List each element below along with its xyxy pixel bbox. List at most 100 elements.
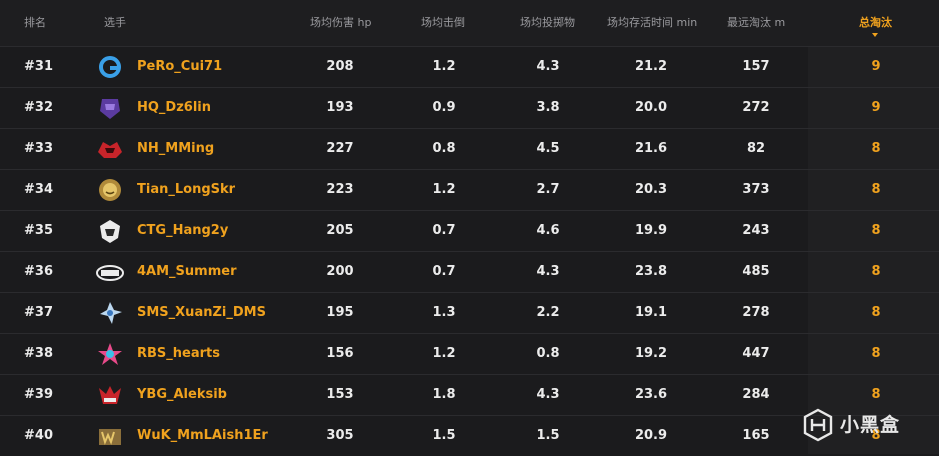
header-avg-kills[interactable]: 场均击倒 [421, 0, 465, 46]
avg-kills-cell: 1.8 [432, 387, 456, 402]
avg-survival-cell: 19.1 [634, 305, 668, 320]
total-kills-cell: 9 [871, 59, 881, 74]
avg-damage-cell: 223 [326, 182, 354, 197]
avg-kills-cell: 1.2 [432, 59, 456, 74]
avg-throws-cell: 2.7 [536, 182, 560, 197]
header-longest-kill[interactable]: 最远淘汰 m [727, 0, 785, 46]
ctg-team-logo [100, 220, 120, 243]
avg-damage-cell: 305 [326, 428, 354, 443]
pero-team-logo [99, 56, 121, 78]
avg-survival-cell: 19.9 [634, 223, 668, 238]
longest-kill-cell: 284 [742, 387, 770, 402]
longest-kill-cell: 447 [742, 346, 770, 361]
header-rank[interactable]: 排名 [24, 0, 46, 46]
xiaoheihe-logo-icon [803, 408, 833, 442]
header-player[interactable]: 选手 [104, 0, 126, 46]
table-row[interactable]: #32 HQ_Dz6lin 193 0.9 3.8 20.0 272 9 [0, 87, 939, 128]
total-kills-cell: 8 [871, 182, 881, 197]
table-row[interactable]: #33 NH_MMing 227 0.8 4.5 21.6 82 8 [0, 128, 939, 169]
player-name[interactable]: NH_MMing [137, 129, 214, 169]
wuk-team-logo [99, 429, 121, 445]
avg-kills-cell: 0.9 [432, 100, 456, 115]
player-name[interactable]: WuK_MmLAish1Er [137, 416, 268, 456]
table-row[interactable]: #36 4AM_Summer 200 0.7 4.3 23.8 485 8 [0, 251, 939, 292]
longest-kill-cell: 243 [742, 223, 770, 238]
rank-cell: #34 [24, 182, 53, 197]
avg-throws-cell: 1.5 [536, 428, 560, 443]
player-name[interactable]: 4AM_Summer [137, 252, 236, 292]
avg-kills-cell: 1.3 [432, 305, 456, 320]
table-header: 排名 选手 场均伤害 hp 场均击倒 场均投掷物 场均存活时间 min 最远淘汰… [0, 0, 939, 46]
avg-survival-cell: 21.2 [634, 59, 668, 74]
sort-desc-icon[interactable] [872, 33, 878, 37]
avg-damage-cell: 193 [326, 100, 354, 115]
avg-damage-cell: 200 [326, 264, 354, 279]
avg-damage-cell: 208 [326, 59, 354, 74]
tian-team-logo [99, 179, 121, 201]
avg-kills-cell: 0.8 [432, 141, 456, 156]
player-name[interactable]: YBG_Aleksib [137, 375, 227, 415]
rbs-team-logo [98, 343, 122, 365]
rank-cell: #39 [24, 387, 53, 402]
player-name[interactable]: CTG_Hang2y [137, 211, 228, 251]
avg-kills-cell: 1.2 [432, 182, 456, 197]
longest-kill-cell: 485 [742, 264, 770, 279]
avg-damage-cell: 205 [326, 223, 354, 238]
avg-throws-cell: 4.3 [536, 264, 560, 279]
longest-kill-cell: 157 [742, 59, 770, 74]
ybg-team-logo [99, 386, 121, 404]
table-row[interactable]: #39 YBG_Aleksib 153 1.8 4.3 23.6 284 8 [0, 374, 939, 415]
player-name[interactable]: SMS_XuanZi_DMS [137, 293, 266, 333]
avg-throws-cell: 4.6 [536, 223, 560, 238]
avg-survival-cell: 20.9 [634, 428, 668, 443]
avg-throws-cell: 4.3 [536, 387, 560, 402]
longest-kill-cell: 82 [746, 141, 766, 156]
avg-throws-cell: 3.8 [536, 100, 560, 115]
avg-survival-cell: 23.6 [634, 387, 668, 402]
nh-team-logo [98, 142, 122, 158]
avg-survival-cell: 23.8 [634, 264, 668, 279]
total-kills-cell: 8 [871, 223, 881, 238]
avg-survival-cell: 19.2 [634, 346, 668, 361]
player-name[interactable]: HQ_Dz6lin [137, 88, 211, 128]
avg-throws-cell: 0.8 [536, 346, 560, 361]
avg-damage-cell: 227 [326, 141, 354, 156]
player-name[interactable]: Tian_LongSkr [137, 170, 235, 210]
avg-survival-cell: 21.6 [634, 141, 668, 156]
total-kills-cell: 8 [871, 305, 881, 320]
rank-cell: #37 [24, 305, 53, 320]
player-name[interactable]: PeRo_Cui71 [137, 47, 222, 87]
avg-throws-cell: 4.5 [536, 141, 560, 156]
longest-kill-cell: 272 [742, 100, 770, 115]
player-name[interactable]: RBS_hearts [137, 334, 220, 374]
longest-kill-cell: 278 [742, 305, 770, 320]
avg-kills-cell: 1.5 [432, 428, 456, 443]
table-row[interactable]: #35 CTG_Hang2y 205 0.7 4.6 19.9 243 8 [0, 210, 939, 251]
avg-survival-cell: 20.3 [634, 182, 668, 197]
total-kills-cell: 8 [871, 346, 881, 361]
table-row[interactable]: #31 PeRo_Cui71 208 1.2 4.3 21.2 157 9 [0, 46, 939, 87]
header-avg-survival[interactable]: 场均存活时间 min [607, 0, 697, 46]
watermark-text: 小黑盒 [840, 414, 901, 436]
longest-kill-cell: 373 [742, 182, 770, 197]
header-avg-throws[interactable]: 场均投掷物 [520, 0, 575, 46]
total-kills-cell: 9 [871, 100, 881, 115]
rank-cell: #32 [24, 100, 53, 115]
rank-cell: #38 [24, 346, 53, 361]
table-row[interactable]: #34 Tian_LongSkr 223 1.2 2.7 20.3 373 8 [0, 169, 939, 210]
header-avg-damage[interactable]: 场均伤害 hp [310, 0, 371, 46]
longest-kill-cell: 165 [742, 428, 770, 443]
avg-throws-cell: 2.2 [536, 305, 560, 320]
avg-damage-cell: 153 [326, 387, 354, 402]
table-row[interactable]: #38 RBS_hearts 156 1.2 0.8 19.2 447 8 [0, 333, 939, 374]
rank-cell: #33 [24, 141, 53, 156]
header-total-kills[interactable]: 总淘汰 [859, 0, 892, 46]
table-row[interactable]: #37 SMS_XuanZi_DMS 195 1.3 2.2 19.1 278 8 [0, 292, 939, 333]
rank-cell: #31 [24, 59, 53, 74]
avg-throws-cell: 4.3 [536, 59, 560, 74]
rank-cell: #36 [24, 264, 53, 279]
table-row[interactable]: #40 WuK_MmLAish1Er 305 1.5 1.5 20.9 165 8 [0, 415, 939, 456]
avg-kills-cell: 0.7 [432, 264, 456, 279]
avg-damage-cell: 195 [326, 305, 354, 320]
leaderboard-table: 排名 选手 场均伤害 hp 场均击倒 场均投掷物 场均存活时间 min 最远淘汰… [0, 0, 939, 445]
